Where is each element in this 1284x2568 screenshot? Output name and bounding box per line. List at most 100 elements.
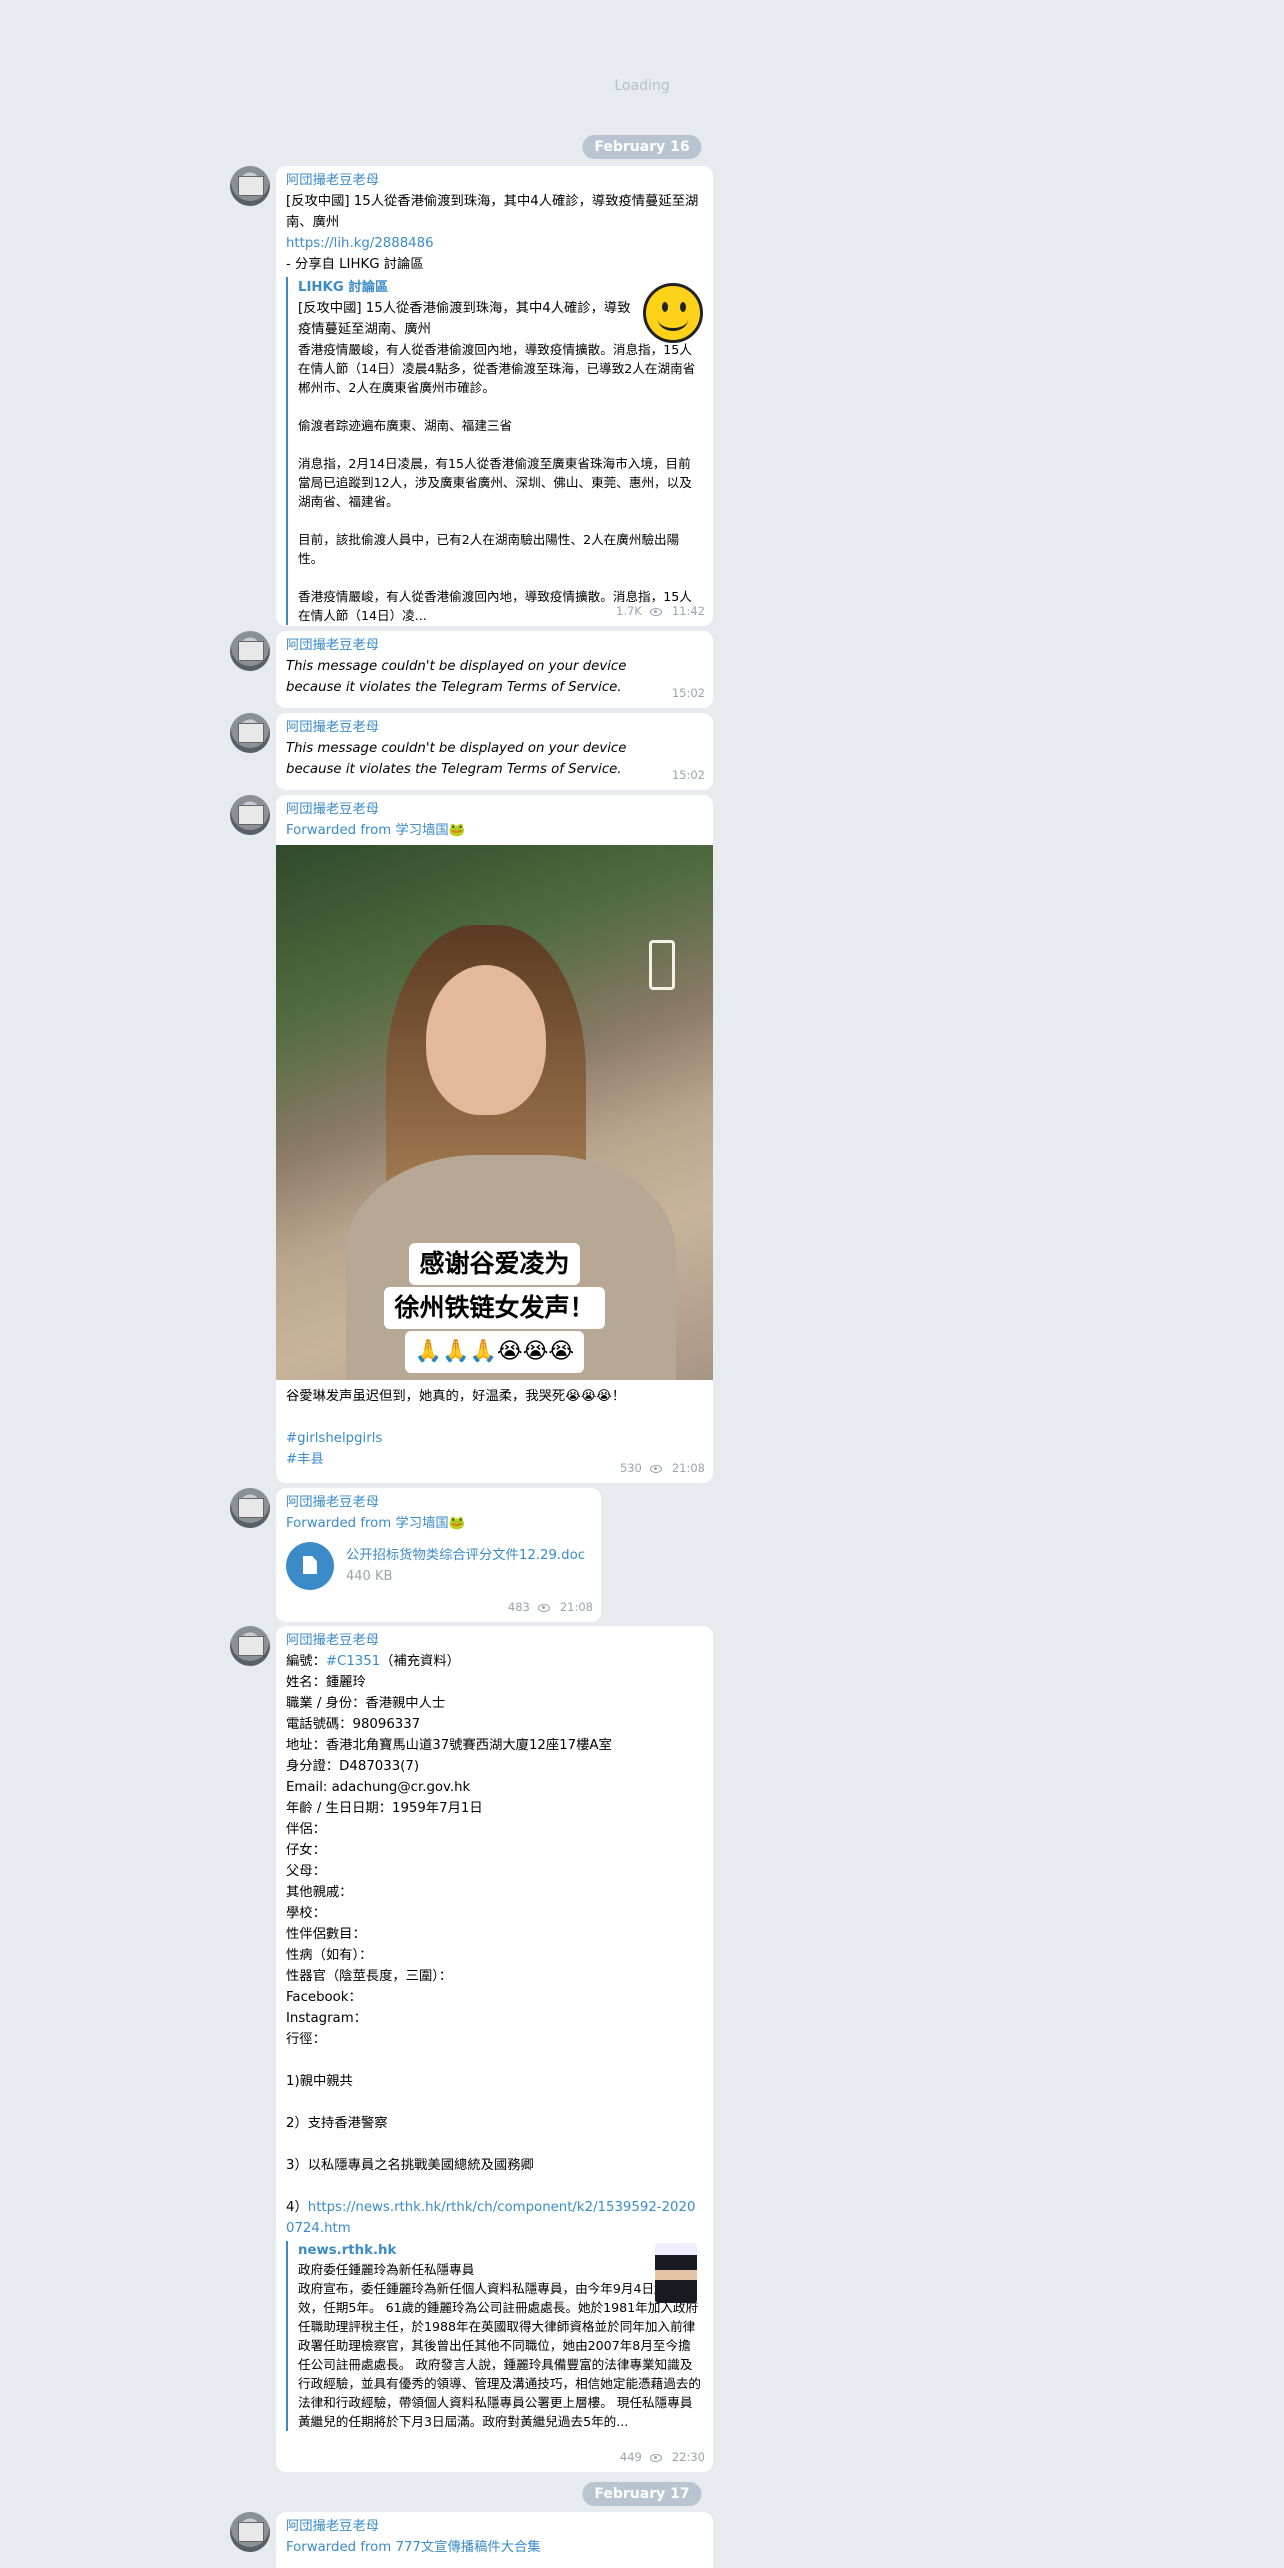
message-line: 父母： (286, 1864, 326, 1879)
message-line (286, 2176, 703, 2197)
preview-body: 政府宣布，委任鍾麗玲為新任個人資料私隱專員，由今年9月4日起生效，任期5年。 6… (298, 2281, 701, 2429)
message-text: - 分享自 LIHKG 討論區 (286, 257, 424, 272)
message-line: 2）支持香港警察 (286, 2116, 388, 2131)
forwarded-from[interactable]: Forwarded from 学习墙国🐸 (286, 820, 703, 841)
message-bubble: 阿団撮老豆老母 Forwarded from 777文宣傳播稿件大合集 (276, 2512, 713, 2568)
forwarded-from[interactable]: Forwarded from 777文宣傳播稿件大合集 (286, 2537, 703, 2558)
message-text: [反攻中國] 15人從香港偷渡到珠海，其中4人確診，導致疫情蔓延至湖南、廣州 (286, 194, 699, 230)
preview-title: [反攻中國] 15人從香港偷渡到珠海，其中4人確診，導致疫情蔓延至湖南、廣州 (298, 301, 631, 337)
message-time: 21:08 (559, 1600, 593, 1614)
file-size: 440 KB (346, 1569, 393, 1584)
message-link[interactable]: https://news.rthk.hk/rthk/ch/component/k… (286, 2200, 695, 2236)
message-line: 仔女： (286, 1843, 326, 1858)
hashtag[interactable]: #girlshelpgirls (286, 1428, 703, 1449)
message-meta: 15:02 (672, 683, 705, 704)
message-item-4: 4）https://news.rthk.hk/rthk/ch/component… (286, 2197, 703, 2239)
message-time: 11:42 (671, 604, 705, 618)
message-meta: 483 21:08 (508, 1597, 593, 1618)
message-line: 年齡 / 生日日期：1959年7月1日 (286, 1801, 483, 1816)
loading-indicator: Loading (614, 78, 670, 94)
message-line: 職業 / 身份：香港親中人士 (286, 1696, 446, 1711)
preview-body: 香港疫情嚴峻，有人從香港偷渡回內地，導致疫情擴散。消息指，15人在情人節（14日… (298, 342, 696, 623)
preview-site: news.rthk.hk (298, 2243, 397, 2258)
avatar[interactable] (230, 166, 270, 206)
avatar[interactable] (230, 631, 270, 671)
eye-icon (649, 1464, 662, 1473)
message-line: 學校： (286, 1906, 326, 1921)
message-line: 性器官（陰莖長度，三圍）： (286, 1969, 453, 1984)
sender-name[interactable]: 阿団撮老豆老母 (286, 799, 703, 820)
sender-name[interactable]: 阿団撮老豆老母 (286, 717, 703, 738)
message-line (286, 2134, 703, 2155)
message-bubble: 阿団撮老豆老母 Forwarded from 学习墙国🐸 公开招标货物类综合评分… (276, 1488, 601, 1622)
caption-line: 徐州铁链女发声！ (384, 1287, 605, 1329)
message-line: Facebook： (286, 1990, 362, 2005)
message-time: 21:08 (671, 1461, 705, 1475)
message-line: 性病（如有）： (286, 1948, 373, 1963)
avatar[interactable] (230, 713, 270, 753)
message-time: 22:30 (671, 2450, 705, 2464)
message-meta: 1.7K 11:42 (616, 601, 705, 622)
file-attachment[interactable]: 公开招标货物类综合评分文件12.29.doc 440 KB (286, 1542, 591, 1590)
sender-name[interactable]: 阿団撮老豆老母 (286, 635, 703, 656)
link-preview[interactable]: LIHKG 討論區 [反攻中國] 15人從香港偷渡到珠海，其中4人確診，導致疫情… (286, 277, 703, 625)
link-preview[interactable]: news.rthk.hk 政府委任鍾麗玲為新任私隱專員 政府宣布，委任鍾麗玲為新… (286, 2241, 703, 2431)
message-code-line: 編號：#C1351（補充資料） (286, 1651, 703, 1672)
file-name[interactable]: 公开招标货物类综合评分文件12.29.doc (346, 1545, 585, 1566)
message-line: Email: adachung@cr.gov.hk (286, 1780, 471, 1795)
eye-icon (537, 1603, 550, 1612)
avatar[interactable] (230, 2512, 270, 2552)
item-prefix: 4） (286, 2200, 308, 2215)
message-line: 伴侶： (286, 1822, 326, 1837)
photo-caption: 感谢谷爱凌为 徐州铁链女发声！ 🙏🙏🙏😭😭😭 (276, 1243, 713, 1373)
sender-name[interactable]: 阿団撮老豆老母 (286, 1492, 591, 1513)
message-bubble: 阿団撮老豆老母 Forwarded from 学习墙国🐸 感谢谷爱凌为 徐州铁链… (276, 795, 713, 1483)
eye-icon (649, 607, 662, 616)
message-line (286, 2092, 703, 2113)
message-line (286, 2050, 703, 2071)
smiley-icon (643, 283, 703, 343)
sender-name[interactable]: 阿団撮老豆老母 (286, 2516, 703, 2537)
message-line: 姓名：鍾麗玲 (286, 1675, 366, 1690)
preview-title: 政府委任鍾麗玲為新任私隱專員 (298, 2262, 475, 2277)
document-icon[interactable] (286, 1542, 334, 1590)
message-line: 地址：香港北角寶馬山道37號賽西湖大廈12座17樓A室 (286, 1738, 612, 1753)
message-lines: 姓名：鍾麗玲職業 / 身份：香港親中人士 電話號碼：98096337 地址：香港北角… (286, 1672, 703, 2197)
avatar[interactable] (230, 795, 270, 835)
message-meta: 15:02 (672, 765, 705, 786)
message-time: 15:02 (671, 686, 705, 700)
lamp-decoration (649, 940, 675, 990)
caption-line: 感谢谷爱凌为 (409, 1243, 580, 1285)
message-text: This message couldn't be displayed on yo… (286, 659, 627, 695)
message-meta: 449 22:30 (620, 2447, 705, 2468)
message-time: 15:02 (671, 768, 705, 782)
message-line: 身分證：D487033(7) (286, 1759, 420, 1774)
message-line: 其他親戚： (286, 1885, 353, 1900)
avatar[interactable] (230, 1488, 270, 1528)
date-separator: February 17 (582, 2482, 702, 2506)
forwarded-prefix: Forwarded from (286, 2540, 396, 2555)
avatar[interactable] (230, 1626, 270, 1666)
forwarded-channel[interactable]: 777文宣傳播稿件大合集 (396, 2540, 541, 2555)
message-text: This message couldn't be displayed on yo… (286, 741, 627, 777)
message-line: 3）以私隱專員之名挑戰美國總統及國務卿 (286, 2158, 534, 2173)
forwarded-from[interactable]: Forwarded from 学习墙国🐸 (286, 1513, 591, 1534)
code-suffix: （補充資料） (380, 1654, 460, 1669)
message-line: 性伴侶數目： (286, 1927, 366, 1942)
message-photo[interactable]: 感谢谷爱凌为 徐州铁链女发声！ 🙏🙏🙏😭😭😭 (276, 845, 713, 1380)
hashtag[interactable]: #C1351 (326, 1654, 380, 1669)
message-bubble: 阿団撮老豆老母 編號：#C1351（補充資料） 姓名：鍾麗玲職業 / 身份：香港… (276, 1626, 713, 2472)
sender-name[interactable]: 阿団撮老豆老母 (286, 170, 703, 191)
message-text: 谷愛琳发声虽迟但到，她真的，好温柔，我哭死😭😭😭！ (286, 1389, 626, 1404)
preview-site: LIHKG 討論區 (298, 280, 389, 295)
message-line: 電話號碼：98096337 (286, 1717, 421, 1732)
view-count: 1.7K (616, 604, 642, 618)
message-link[interactable]: https://lih.kg/2888486 (286, 233, 703, 254)
sender-name[interactable]: 阿団撮老豆老母 (286, 1630, 703, 1651)
view-count: 530 (619, 1461, 642, 1475)
view-count: 483 (507, 1600, 530, 1614)
message-line: 行徑： (286, 2032, 326, 2047)
eye-icon (649, 2453, 662, 2462)
date-separator: February 16 (582, 135, 702, 159)
message-meta: 530 21:08 (620, 1458, 705, 1479)
